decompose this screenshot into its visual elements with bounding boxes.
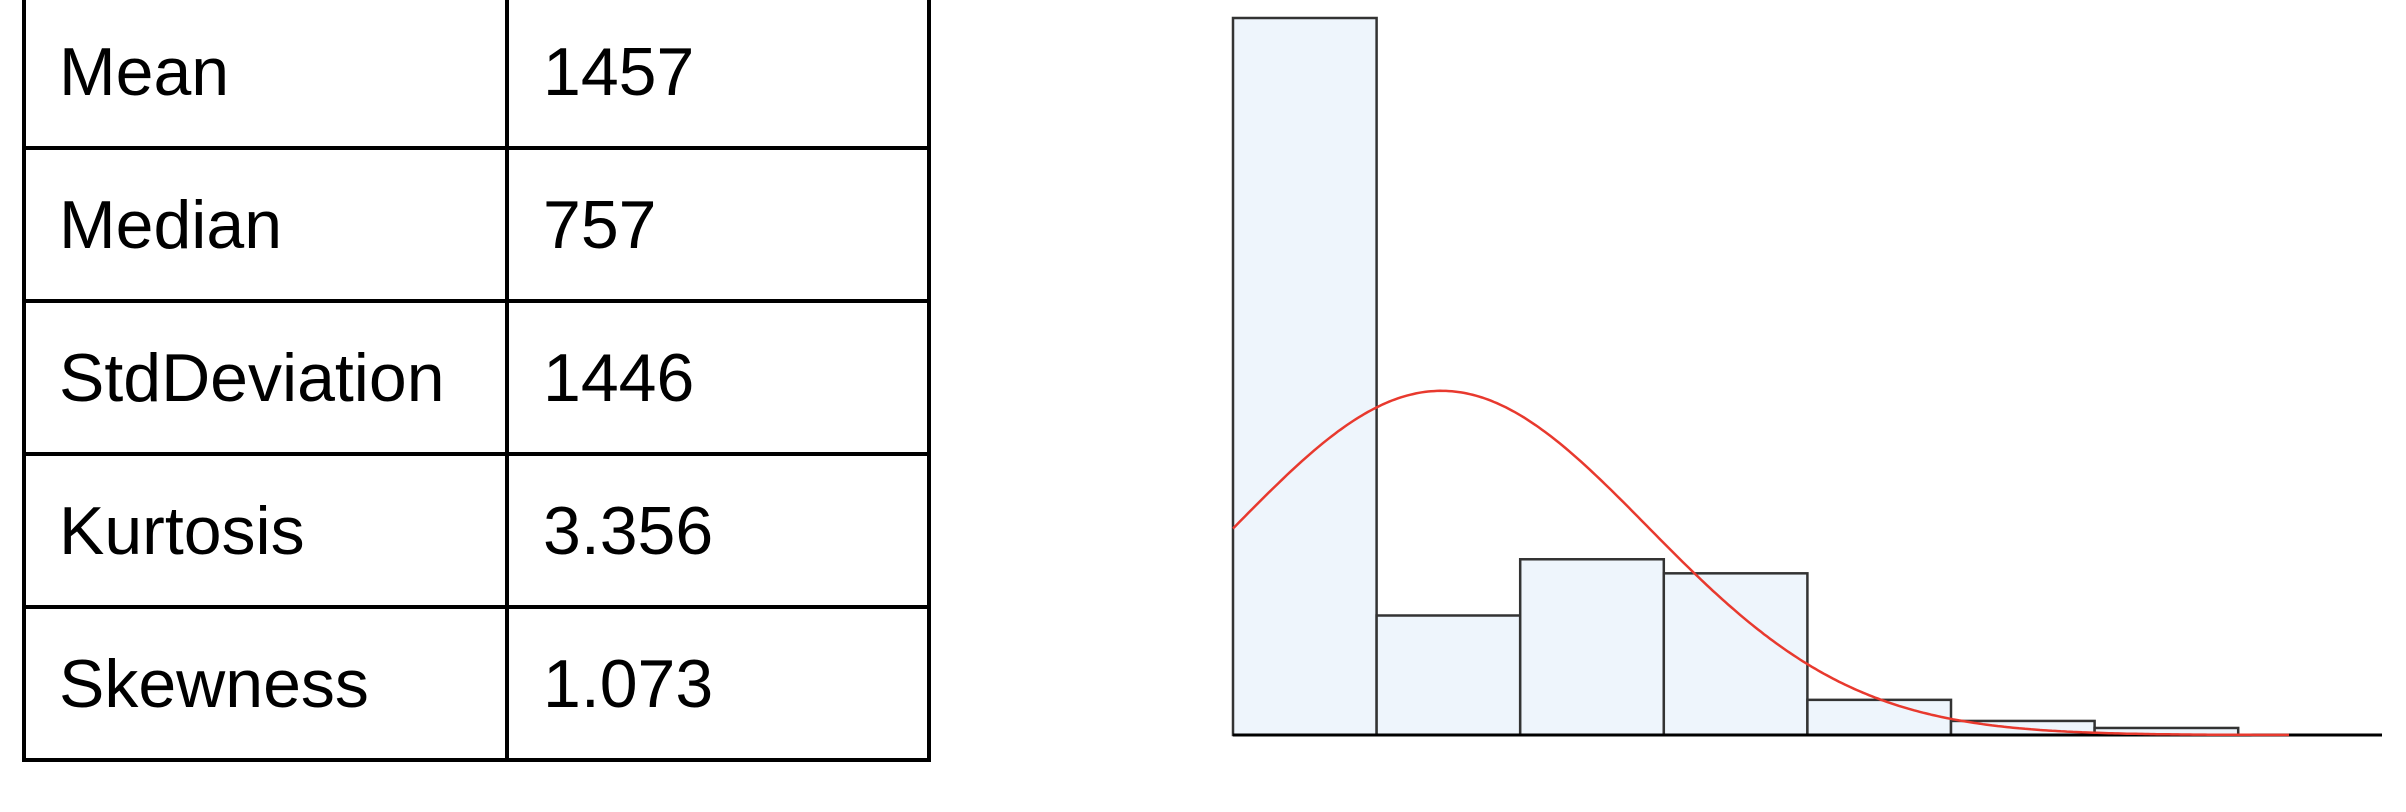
histogram-bar xyxy=(1231,16,1378,737)
histogram-chart xyxy=(1231,16,2382,737)
histogram-bar xyxy=(1662,572,1809,737)
histogram-bar xyxy=(1518,558,1666,737)
histogram-bar xyxy=(1375,614,1522,737)
histogram-bar xyxy=(1806,698,1953,737)
